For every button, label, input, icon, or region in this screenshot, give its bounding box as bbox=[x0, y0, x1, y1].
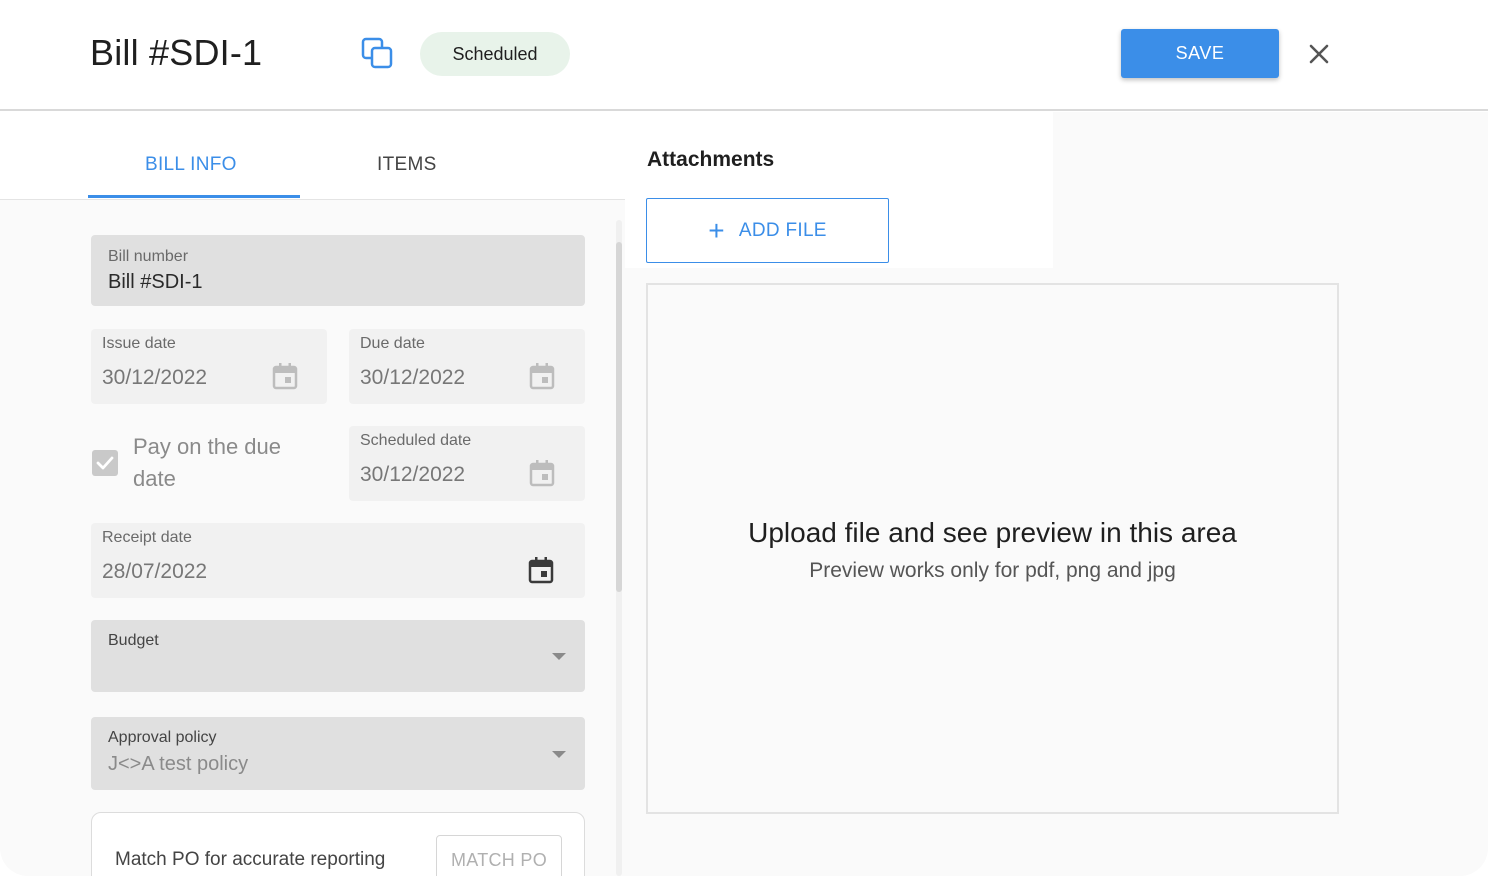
page-title: Bill #SDI-1 bbox=[90, 32, 263, 73]
bill-number-label: Bill number bbox=[108, 248, 189, 265]
active-tab-indicator bbox=[88, 195, 300, 198]
match-po-text: Match PO for accurate reporting bbox=[115, 849, 386, 870]
close-icon[interactable] bbox=[1301, 36, 1337, 72]
budget-label: Budget bbox=[108, 632, 159, 649]
receipt-date-label: Receipt date bbox=[102, 529, 192, 546]
due-date-label: Due date bbox=[360, 335, 425, 352]
preview-subtitle: Preview works only for pdf, png and jpg bbox=[809, 559, 1176, 582]
calendar-icon[interactable] bbox=[528, 556, 554, 584]
status-badge: Scheduled bbox=[420, 32, 570, 76]
calendar-icon[interactable] bbox=[272, 362, 298, 390]
approval-policy-value: J<>A test policy bbox=[108, 753, 249, 775]
chevron-down-icon[interactable] bbox=[552, 751, 566, 758]
tab-items[interactable]: ITEMS bbox=[377, 154, 437, 176]
calendar-icon[interactable] bbox=[529, 362, 555, 390]
due-date-value: 30/12/2022 bbox=[360, 366, 466, 389]
match-po-button[interactable]: MATCH PO bbox=[436, 835, 562, 876]
copy-icon[interactable] bbox=[360, 36, 396, 72]
receipt-date-value: 28/07/2022 bbox=[102, 560, 208, 583]
dialog-header: Bill #SDI-1 Scheduled SAVE bbox=[0, 0, 1488, 111]
due-date-field[interactable]: Due date 30/12/2022 bbox=[349, 329, 585, 404]
plus-icon: + bbox=[708, 214, 725, 246]
scrollbar-thumb[interactable] bbox=[616, 242, 622, 592]
budget-select[interactable]: Budget bbox=[91, 620, 585, 692]
chevron-down-icon[interactable] bbox=[552, 653, 566, 660]
match-po-card: Match PO for accurate reporting MATCH PO bbox=[91, 812, 585, 876]
bill-number-value: Bill #SDI-1 bbox=[108, 271, 203, 293]
pay-on-due-label: Pay on the due date bbox=[133, 434, 282, 491]
issue-date-value: 30/12/2022 bbox=[102, 366, 208, 389]
calendar-icon[interactable] bbox=[529, 459, 555, 487]
preview-title: Upload file and see preview in this area bbox=[748, 517, 1237, 548]
bill-dialog: Bill #SDI-1 Scheduled SAVE BILL INFO ITE… bbox=[0, 0, 1488, 876]
add-file-button[interactable]: + ADD FILE bbox=[646, 198, 889, 263]
pay-on-due-checkbox[interactable] bbox=[92, 450, 118, 476]
scrollbar[interactable] bbox=[613, 220, 625, 876]
approval-policy-select[interactable]: Approval policy J<>A test policy bbox=[91, 717, 585, 790]
attachments-title: Attachments bbox=[647, 148, 775, 171]
tab-bar: BILL INFO ITEMS bbox=[0, 112, 625, 200]
issue-date-field[interactable]: Issue date 30/12/2022 bbox=[91, 329, 327, 404]
issue-date-label: Issue date bbox=[102, 335, 176, 352]
bill-number-field[interactable]: Bill number Bill #SDI-1 bbox=[91, 235, 585, 306]
tab-bill-info[interactable]: BILL INFO bbox=[145, 154, 237, 176]
scheduled-date-value: 30/12/2022 bbox=[360, 463, 466, 486]
receipt-date-field[interactable]: Receipt date 28/07/2022 bbox=[91, 523, 585, 598]
add-file-label: ADD FILE bbox=[738, 219, 827, 241]
file-preview-area[interactable]: Upload file and see preview in this area… bbox=[646, 283, 1339, 814]
approval-policy-label: Approval policy bbox=[108, 729, 217, 746]
scheduled-date-label: Scheduled date bbox=[360, 432, 472, 449]
save-button[interactable]: SAVE bbox=[1121, 29, 1279, 78]
scheduled-date-field[interactable]: Scheduled date 30/12/2022 bbox=[349, 426, 585, 501]
